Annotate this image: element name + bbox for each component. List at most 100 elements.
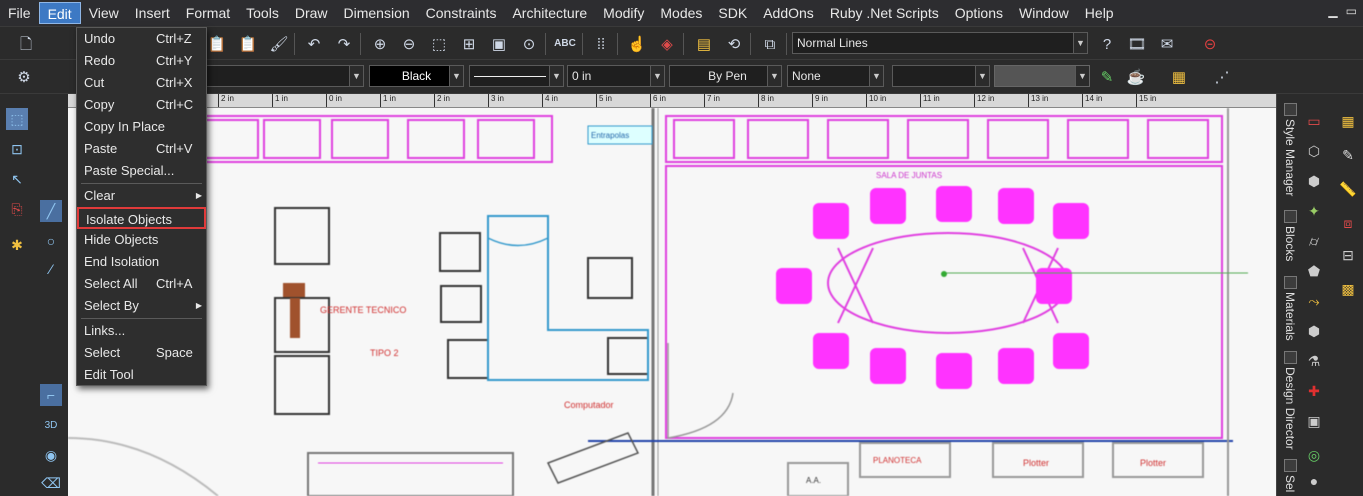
menu-modify[interactable]: Modify <box>595 2 652 24</box>
paste-clipboard-icon[interactable]: 📋 <box>205 32 229 56</box>
email-icon[interactable]: ✉ <box>1155 32 1179 56</box>
menu-view[interactable]: View <box>81 2 127 24</box>
line-tool-icon[interactable]: ╱ <box>40 200 62 222</box>
camera-icon[interactable]: ◉ <box>40 444 62 466</box>
circle-tool-icon[interactable]: ○ <box>40 230 62 252</box>
restore-icon[interactable]: ▭ <box>1346 4 1357 18</box>
menu-window[interactable]: Window <box>1011 2 1077 24</box>
menu-architecture[interactable]: Architecture <box>504 2 595 24</box>
globe-icon[interactable]: ◎ <box>1303 444 1325 466</box>
cube-icon[interactable]: ⬡ <box>1303 140 1325 162</box>
menu-ruby-net-scripts[interactable]: Ruby .Net Scripts <box>822 2 947 24</box>
box-icon[interactable]: ▣ <box>1303 410 1325 432</box>
zoom-out-icon[interactable]: ⊖ <box>397 32 421 56</box>
drawing-canvas[interactable]: Entrapolas SALA DE JUNTAS GERENTE TECNIC… <box>68 108 1276 496</box>
dimension-tool-icon[interactable]: ⌐ <box>40 384 62 406</box>
menu-modes[interactable]: Modes <box>652 2 710 24</box>
menu-item-copy[interactable]: Copy Ctrl+C <box>77 94 206 116</box>
menu-item-clear[interactable]: Clear ▶ <box>77 185 206 207</box>
menu-item-paste[interactable]: Paste Ctrl+V <box>77 138 206 160</box>
tab-sel[interactable]: Sel <box>1277 456 1297 496</box>
tab-blocks[interactable]: Blocks <box>1277 206 1297 266</box>
gear-icon[interactable]: ⚙ <box>12 65 36 89</box>
no-entry-icon[interactable]: ⊝ <box>1198 32 1222 56</box>
thickness-select[interactable]: 0 in ▼ <box>567 65 665 87</box>
menu-sdk[interactable]: SDK <box>710 2 755 24</box>
zoom-extents-icon[interactable]: ⊞ <box>457 32 481 56</box>
menu-item-cut[interactable]: Cut Ctrl+X <box>77 72 206 94</box>
menu-item-select-by[interactable]: Select By ▶ <box>77 295 206 317</box>
sphere-icon[interactable]: ● <box>1303 470 1325 492</box>
minimize-icon[interactable]: ▁ <box>1328 4 1337 18</box>
menu-item-select[interactable]: Select Space <box>77 342 206 364</box>
cylinder-icon[interactable]: ⌭ <box>1303 230 1325 252</box>
grid-snap-icon[interactable]: ⁞⁞ <box>589 32 613 56</box>
zoom-in-icon[interactable]: ⊕ <box>368 32 392 56</box>
menu-item-edit-tool[interactable]: Edit Tool <box>77 364 206 386</box>
select-tool-icon[interactable]: ⬚ <box>6 108 28 130</box>
menu-dimension[interactable]: Dimension <box>336 2 418 24</box>
tab-design-director[interactable]: Design Director <box>1277 350 1297 450</box>
menu-addons[interactable]: AddOns <box>755 2 822 24</box>
menu-draw[interactable]: Draw <box>287 2 336 24</box>
menu-item-isolate-objects[interactable]: Isolate Objects <box>77 207 206 229</box>
arc-tool-icon[interactable]: ⁄ <box>40 258 62 280</box>
menu-item-select-all[interactable]: Select All Ctrl+A <box>77 273 206 295</box>
new-file-icon[interactable]: 🗋 <box>14 32 38 56</box>
offset-icon[interactable]: ⊟ <box>1337 244 1359 266</box>
menu-format[interactable]: Format <box>178 2 238 24</box>
zoom-page-icon[interactable]: ▣ <box>487 32 511 56</box>
pencil-icon[interactable]: ✎ <box>1337 144 1359 166</box>
zoom-window-icon[interactable]: ⬚ <box>427 32 451 56</box>
undo-icon[interactable]: ↶ <box>302 32 326 56</box>
rotate-icon[interactable]: ⎘ <box>6 198 28 220</box>
sweep-icon[interactable]: ⤳ <box>1303 290 1325 312</box>
edit-points-icon[interactable]: ⊡ <box>6 138 28 160</box>
zoom-previous-icon[interactable]: ⊙ <box>517 32 541 56</box>
solid-icon[interactable]: ⬢ <box>1303 170 1325 192</box>
properties-icon[interactable]: ⧉ <box>758 32 782 56</box>
ruler-icon[interactable]: 📏 <box>1337 178 1359 200</box>
menu-item-copy-in-place[interactable]: Copy In Place <box>77 116 206 138</box>
snap-line-icon[interactable]: ⋰ <box>1210 65 1234 89</box>
pattern-select[interactable]: ▼ <box>892 65 990 87</box>
menu-constraints[interactable]: Constraints <box>418 2 505 24</box>
video-tutorial-icon[interactable]: 🎞 <box>1125 32 1149 56</box>
format-painter-icon[interactable]: 🖌 <box>267 32 291 56</box>
pdf-export-icon[interactable]: ▦ <box>1167 65 1191 89</box>
redo-icon[interactable]: ↷ <box>332 32 356 56</box>
color-select[interactable]: Black ▼ <box>369 65 464 87</box>
spell-check-icon[interactable]: ABC <box>553 32 577 56</box>
paste-icon[interactable]: 📋 <box>236 32 260 56</box>
line-style-select[interactable]: Normal Lines ▼ <box>792 32 1088 54</box>
snap-settings-icon[interactable]: ◈ <box>655 32 679 56</box>
fill-color-select[interactable]: ▼ <box>994 65 1090 87</box>
shell-icon[interactable]: ⬢ <box>1303 320 1325 342</box>
menu-file[interactable]: File <box>0 2 39 24</box>
help-pointer-icon[interactable]: ? <box>1095 32 1119 56</box>
line-type-select[interactable]: ▼ <box>469 65 564 87</box>
trim-icon[interactable]: ⧈ <box>1337 212 1359 234</box>
3d-tool-icon[interactable]: 3D <box>40 414 62 436</box>
fillet-icon[interactable]: ▩ <box>1337 278 1359 300</box>
menu-item-undo[interactable]: Undo Ctrl+Z <box>77 28 206 50</box>
refresh-layers-icon[interactable]: ⟲ <box>722 32 746 56</box>
menu-insert[interactable]: Insert <box>127 2 178 24</box>
attribute-painter-icon[interactable]: ☕ <box>1124 65 1148 89</box>
eyedropper-icon[interactable]: ✎ <box>1095 65 1119 89</box>
menu-help[interactable]: Help <box>1077 2 1122 24</box>
cone-icon[interactable]: ⬟ <box>1303 260 1325 282</box>
add-icon[interactable]: ✚ <box>1303 380 1325 402</box>
explode-icon[interactable]: ✱ <box>6 234 28 256</box>
tab-style-manager[interactable]: Style Manager <box>1277 100 1297 200</box>
highlight-icon[interactable]: ▦ <box>1337 110 1359 132</box>
select-tool-icon[interactable]: ☝ <box>625 32 649 56</box>
menu-item-redo[interactable]: Redo Ctrl+Y <box>77 50 206 72</box>
tab-materials[interactable]: Materials <box>1277 272 1297 344</box>
menu-item-links[interactable]: Links... <box>77 320 206 342</box>
extrude-icon[interactable]: ✦ <box>1303 200 1325 222</box>
menu-item-hide-objects[interactable]: Hide Objects <box>77 229 206 251</box>
flask-icon[interactable]: ⚗ <box>1303 350 1325 372</box>
eraser-icon[interactable]: ⌫ <box>40 472 62 494</box>
fill-select[interactable]: None ▼ <box>787 65 884 87</box>
